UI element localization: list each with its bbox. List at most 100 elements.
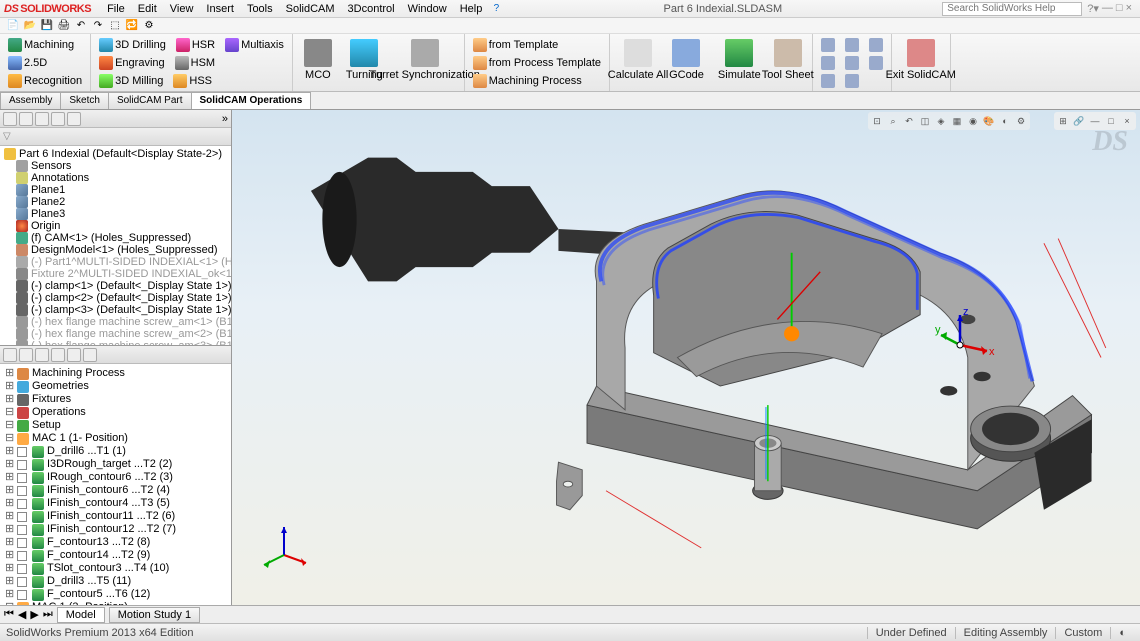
cam-header-item[interactable]: ⊞Fixtures — [3, 393, 228, 406]
misc-button-2[interactable] — [841, 36, 863, 54]
cam-header-item[interactable]: ⊞Geometries — [3, 380, 228, 393]
expander-icon[interactable]: ⊞ — [5, 484, 14, 497]
simulate-button[interactable]: Simulate — [711, 36, 768, 89]
graphics-viewport[interactable]: ⊡ ⌕ ↶ ◫ ◈ ▦ ◉ 🎨 ◐ ⚙ ⊞ 🔗 — □ × DS — [232, 110, 1140, 605]
tab-assembly[interactable]: Assembly — [0, 92, 61, 109]
gcode-button[interactable]: GCode — [662, 36, 711, 89]
help-icon[interactable]: ? — [489, 2, 503, 16]
cam-tab-1[interactable] — [3, 348, 17, 362]
machining-button[interactable]: Machining — [4, 36, 78, 54]
engraving-button[interactable]: Engraving — [95, 54, 169, 72]
3d-drilling-button[interactable]: 3D Drilling — [95, 36, 170, 54]
expander-icon[interactable]: ⊟ — [5, 406, 14, 419]
hsr-button[interactable]: HSR — [172, 36, 219, 54]
feature-tree-item[interactable]: (-) clamp<3> (Default<_Display State 1>) — [2, 304, 229, 316]
feature-tree-item[interactable]: (f) CAM<1> (Holes_Suppressed) — [2, 232, 229, 244]
25d-button[interactable]: 2.5D — [4, 54, 51, 72]
tool-sheet-button[interactable]: Tool Sheet — [768, 36, 808, 89]
menu-help[interactable]: Help — [454, 2, 489, 16]
menu-solidcam[interactable]: SolidCAM — [280, 2, 341, 16]
tab-nav-next-icon[interactable]: ▶ — [30, 608, 38, 621]
options-icon[interactable]: ⚙ — [142, 19, 156, 33]
tab-sketch[interactable]: Sketch — [60, 92, 109, 109]
feature-tree-item[interactable]: (-) clamp<2> (Default<_Display State 1>) — [2, 292, 229, 304]
feature-tree-item[interactable]: (-) hex flange machine screw_am<1> (B18.… — [2, 316, 229, 328]
operation-node[interactable]: ⊞IFinish_contour11 ...T2 (6) — [3, 510, 228, 523]
from-process-template-button[interactable]: from Process Template — [469, 54, 605, 72]
cam-tab-4[interactable] — [51, 348, 65, 362]
menu-3dcontrol[interactable]: 3Dcontrol — [342, 2, 401, 16]
misc-button-7[interactable] — [817, 72, 839, 90]
mco-button[interactable]: MCO — [297, 36, 339, 89]
panel-expand-icon[interactable]: » — [222, 113, 228, 125]
fm-tab-3[interactable] — [35, 112, 49, 126]
menu-insert[interactable]: Insert — [200, 2, 240, 16]
expander-icon[interactable]: ⊞ — [5, 393, 14, 406]
operation-node[interactable]: ⊞I3DRough_target ...T2 (2) — [3, 458, 228, 471]
cam-tab-6[interactable] — [83, 348, 97, 362]
feature-tree-item[interactable]: (-) clamp<1> (Default<_Display State 1>) — [2, 280, 229, 292]
print-icon[interactable]: 🖨 — [57, 19, 71, 33]
operation-node[interactable]: ⊞F_contour13 ...T2 (8) — [3, 536, 228, 549]
setup-node[interactable]: ⊟ Setup — [3, 419, 228, 432]
cam-operations-tree[interactable]: ⊞Machining Process⊞Geometries⊞Fixtures⊟O… — [0, 364, 231, 605]
operation-node[interactable]: ⊞IFinish_contour6 ...T2 (4) — [3, 484, 228, 497]
tab-nav-prev-icon[interactable]: ◀ — [18, 608, 26, 621]
op-checkbox[interactable] — [17, 590, 27, 600]
redo-icon[interactable]: ↷ — [91, 19, 105, 33]
maximize-icon[interactable]: □ — [1116, 2, 1123, 15]
expander-icon[interactable]: ⊟ — [5, 419, 14, 432]
op-checkbox[interactable] — [17, 525, 27, 535]
filter-icon[interactable]: ▽ — [3, 131, 11, 142]
operation-node[interactable]: ⊞IFinish_contour4 ...T3 (5) — [3, 497, 228, 510]
feature-tree-item[interactable]: DesignModel<1> (Holes_Suppressed) — [2, 244, 229, 256]
status-extra-icon[interactable]: ◐ — [1110, 627, 1134, 639]
expander-icon[interactable]: ⊞ — [5, 367, 14, 380]
menu-tools[interactable]: Tools — [241, 2, 279, 16]
fm-tab-1[interactable] — [3, 112, 17, 126]
select-icon[interactable]: ⬚ — [108, 19, 122, 33]
status-custom[interactable]: Custom — [1055, 627, 1110, 639]
operation-node[interactable]: ⊞IRough_contour6 ...T2 (3) — [3, 471, 228, 484]
feature-tree-item[interactable]: Plane3 — [2, 208, 229, 220]
bottom-tab-motion-study[interactable]: Motion Study 1 — [109, 607, 200, 623]
tab-nav-last-icon[interactable]: ⏭ — [43, 608, 53, 621]
expander-icon[interactable]: ⊞ — [5, 562, 14, 575]
menu-view[interactable]: View — [164, 2, 200, 16]
save-icon[interactable]: 💾 — [40, 19, 54, 33]
menu-window[interactable]: Window — [402, 2, 453, 16]
expander-icon[interactable]: ⊞ — [5, 458, 14, 471]
help-dropdown-icon[interactable]: ?▾ — [1087, 2, 1099, 15]
misc-button-8[interactable] — [841, 72, 863, 90]
open-icon[interactable]: 📂 — [23, 19, 37, 33]
op-checkbox[interactable] — [17, 447, 27, 457]
operation-node[interactable]: ⊞D_drill3 ...T5 (11) — [3, 575, 228, 588]
feature-tree-item[interactable]: Annotations — [2, 172, 229, 184]
expander-icon[interactable]: ⊞ — [5, 523, 14, 536]
origin-triad-icon[interactable]: x z y — [935, 305, 995, 365]
op-checkbox[interactable] — [17, 577, 27, 587]
hss-button[interactable]: HSS — [169, 72, 216, 90]
feature-tree-item[interactable]: Plane2 — [2, 196, 229, 208]
close-icon[interactable]: × — [1126, 2, 1132, 15]
op-checkbox[interactable] — [17, 486, 27, 496]
machining-process-button[interactable]: Machining Process — [469, 72, 586, 90]
from-template-button[interactable]: from Template — [469, 36, 563, 54]
operation-node[interactable]: ⊞F_contour5 ...T6 (12) — [3, 588, 228, 601]
fm-tab-2[interactable] — [19, 112, 33, 126]
cam-tab-5[interactable] — [67, 348, 81, 362]
cam-tab-3[interactable] — [35, 348, 49, 362]
new-icon[interactable]: 📄 — [6, 19, 20, 33]
operation-node[interactable]: ⊞TSlot_contour3 ...T4 (10) — [3, 562, 228, 575]
undo-icon[interactable]: ↶ — [74, 19, 88, 33]
search-input[interactable] — [942, 2, 1082, 16]
expander-icon[interactable]: ⊞ — [5, 380, 14, 393]
expander-icon[interactable]: ⊞ — [5, 536, 14, 549]
cam-header-item[interactable]: ⊞Machining Process — [3, 367, 228, 380]
misc-button-3[interactable] — [865, 36, 887, 54]
feature-tree-item[interactable]: (-) hex flange machine screw_am<2> (B18.… — [2, 328, 229, 340]
feature-tree-item[interactable]: Sensors — [2, 160, 229, 172]
misc-button-1[interactable] — [817, 36, 839, 54]
op-checkbox[interactable] — [17, 460, 27, 470]
expander-icon[interactable]: ⊞ — [5, 510, 14, 523]
